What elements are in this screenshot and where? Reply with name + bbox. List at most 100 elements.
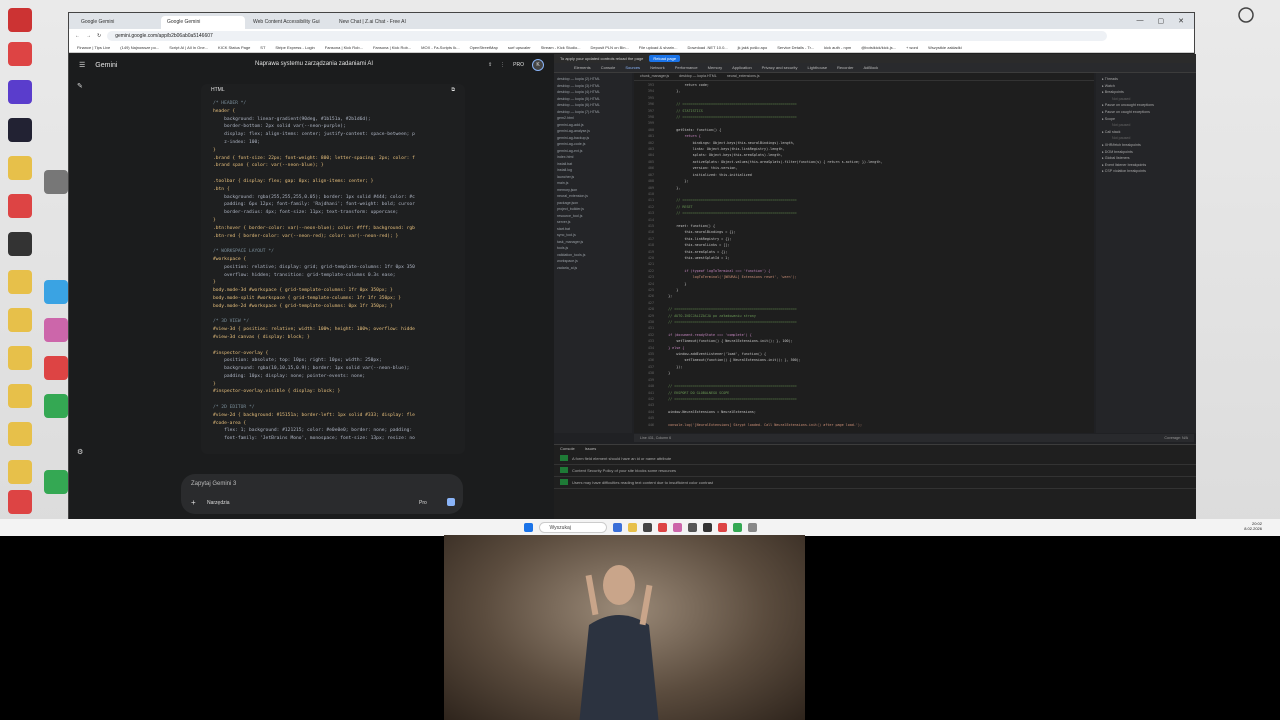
bookmark-item[interactable]: jk jakš pošlo apo (738, 45, 768, 50)
file-item[interactable]: zadaria_ai.js (557, 265, 629, 272)
bookmark-item[interactable]: kick auth - npm (824, 45, 851, 50)
debugger-section[interactable]: ▸ CSP violation breakpoints (1102, 168, 1190, 175)
bookmark-item[interactable]: KICK Status Page (218, 45, 250, 50)
add-icon[interactable]: + (191, 498, 196, 507)
devtools-tab[interactable]: Lighthouse (807, 65, 827, 70)
recycle-bin-icon[interactable] (1234, 4, 1258, 34)
issue-message[interactable]: A form field element should have an id o… (554, 453, 1196, 465)
folder-icon[interactable] (8, 156, 32, 180)
explorer-icon[interactable] (627, 523, 637, 532)
folder-icon[interactable] (8, 384, 32, 408)
devtools-tab[interactable]: Privacy and security (762, 65, 798, 70)
issues-tab[interactable]: Issues (585, 446, 597, 452)
prompt-box[interactable]: Zapytaj Gemini 3 + Narzędzia Pro (181, 474, 463, 514)
brave-icon[interactable] (8, 490, 32, 514)
folder-icon[interactable] (8, 460, 32, 484)
bookmark-item[interactable]: Service Details - Tr... (777, 45, 814, 50)
bookmark-item[interactable]: OpenStreetMap (470, 45, 498, 50)
bookmark-item[interactable]: Download .NET 10.0... (687, 45, 727, 50)
browser-tab[interactable]: Web Content Accessibility Gui (247, 16, 331, 29)
prompt-input[interactable]: Zapytaj Gemini 3 (191, 481, 236, 487)
bookmark-item[interactable]: Fansona | Kick Rob... (325, 45, 363, 50)
editor-tab[interactable]: desktop — kopia.HTML (679, 74, 717, 79)
brave-icon[interactable] (657, 523, 667, 532)
menu-icon[interactable]: ☰ (79, 61, 85, 69)
devtools-tab[interactable]: Performance (675, 65, 698, 70)
app-icon[interactable] (44, 318, 68, 342)
url-input[interactable]: gemini.google.com/app/b2b06ab0a5146607 (107, 31, 1108, 41)
bookmark-item[interactable]: surf upscaler (508, 45, 531, 50)
devtools-tab[interactable]: AdBlock (864, 65, 879, 70)
debugger-section[interactable]: ▸ Call stack (1102, 129, 1190, 136)
new-chat-icon[interactable]: ✎ (77, 82, 83, 90)
app-icon[interactable] (8, 8, 32, 32)
debugger-section[interactable]: ▸ Global listeners (1102, 155, 1190, 162)
folder-icon[interactable] (8, 346, 32, 370)
avatar[interactable]: K (532, 59, 544, 71)
bookmark-item[interactable]: + word (906, 45, 918, 50)
taskbar-app-icon[interactable] (612, 523, 622, 532)
app-icon[interactable] (8, 80, 32, 104)
taskbar-app-icon[interactable] (672, 523, 682, 532)
folder-icon[interactable] (8, 308, 32, 332)
app-icon[interactable] (44, 470, 68, 494)
tools-button[interactable]: Narzędzia (207, 500, 230, 506)
taskbar-app-icon[interactable] (702, 523, 712, 532)
bookmark-item[interactable]: Wszystkie zakładki (928, 45, 962, 50)
app-icon[interactable] (8, 232, 32, 256)
brave-icon[interactable] (8, 194, 32, 218)
issue-message[interactable]: Users may have difficulties reading text… (554, 477, 1196, 489)
devtools-tab[interactable]: Application (732, 65, 752, 70)
debugger-section[interactable]: ▸ Event listener breakpoints (1102, 162, 1190, 169)
close-icon[interactable]: ✕ (1178, 17, 1184, 25)
devtools-tab[interactable]: Console (601, 65, 616, 70)
taskbar-app-icon[interactable] (747, 523, 757, 532)
folder-icon[interactable] (8, 270, 32, 294)
bookmark-item[interactable]: @botsikick/kick.js... (861, 45, 896, 50)
browser-tab[interactable]: Google Gemini (75, 16, 159, 29)
taskbar-search[interactable]: Wyszukaj (538, 522, 607, 533)
devtools-tab[interactable]: Memory (708, 65, 722, 70)
settings-icon[interactable]: ⚙ (77, 448, 83, 456)
model-selector[interactable]: Pro (419, 500, 427, 506)
bookmark-item[interactable]: Finance | Tips Live (77, 45, 110, 50)
debugger-section[interactable]: ▸ Pause on caught exceptions (1102, 109, 1190, 116)
debugger-section[interactable]: ▸ XHR/fetch breakpoints (1102, 142, 1190, 149)
app-icon[interactable] (44, 170, 68, 194)
start-icon[interactable] (523, 523, 533, 532)
reload-page-button[interactable]: Reload page (649, 55, 681, 62)
bookmark-item[interactable]: Stream - Kick Studio... (541, 45, 581, 50)
debugger-section[interactable]: ▸ Threads (1102, 76, 1190, 83)
more-icon[interactable]: ⋮ (500, 62, 505, 68)
browser-tab[interactable]: New Chat | Z.ai Chat - Free AI (333, 16, 417, 29)
bookmark-item[interactable]: ST (260, 45, 265, 50)
chrome-icon[interactable] (44, 394, 68, 418)
reload-icon[interactable]: ↻ (97, 33, 101, 39)
app-icon[interactable] (8, 118, 32, 142)
devtools-tab[interactable]: Network (650, 65, 665, 70)
folder-icon[interactable] (8, 422, 32, 446)
taskbar-app-icon[interactable] (642, 523, 652, 532)
chat-title[interactable]: Naprawa systemu zarządzania zadaniami AI (255, 61, 373, 67)
debugger-section[interactable]: ▸ Pause on uncaught exceptions (1102, 102, 1190, 109)
debugger-section[interactable]: ▸ Breakpoints (1102, 89, 1190, 96)
devtools-tab[interactable]: Sources (625, 65, 640, 70)
taskbar-app-icon[interactable] (717, 523, 727, 532)
clock[interactable]: 20:02 8.02.2026 (1244, 521, 1262, 531)
devtools-tab[interactable]: Elements (574, 65, 591, 70)
debugger-section[interactable]: ▸ Scope (1102, 116, 1190, 123)
debugger-section[interactable]: ▸ DOM breakpoints (1102, 149, 1190, 156)
bookmark-item[interactable]: (149) Najnowsze po... (120, 45, 159, 50)
minimize-icon[interactable]: — (1137, 17, 1144, 25)
back-icon[interactable]: ← (75, 33, 80, 39)
forward-icon[interactable]: → (86, 33, 91, 39)
share-icon[interactable]: ⇪ (488, 62, 492, 68)
copy-code-icon[interactable]: ⧉ (451, 87, 455, 93)
stop-icon[interactable] (447, 498, 455, 506)
editor-tab[interactable]: neural_extensions.js (727, 74, 760, 79)
maximize-icon[interactable]: ▢ (1158, 17, 1165, 25)
editor-tab[interactable]: chunk_manager.js (640, 74, 669, 79)
bookmark-item[interactable]: Script AI | All In One... (169, 45, 208, 50)
taskbar-app-icon[interactable] (687, 523, 697, 532)
app-icon[interactable] (44, 280, 68, 304)
